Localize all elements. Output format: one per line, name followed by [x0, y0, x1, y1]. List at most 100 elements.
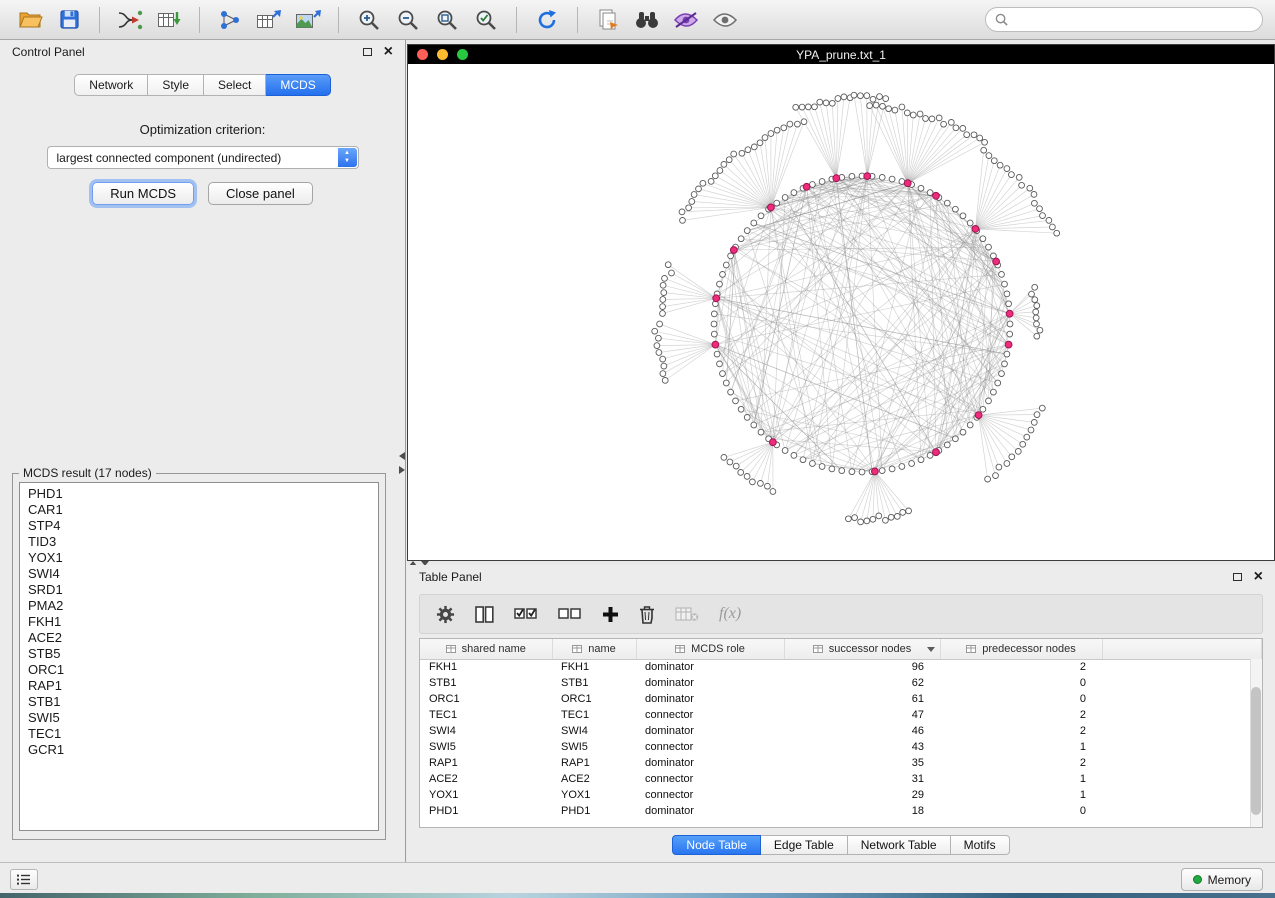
cell-predecessor-nodes[interactable]: 2 [940, 659, 1102, 675]
new-network-button[interactable] [212, 5, 248, 35]
hide-selected-button[interactable] [668, 5, 704, 35]
table-scrollbar-track[interactable] [1250, 659, 1262, 827]
cell-name[interactable]: FKH1 [552, 659, 636, 675]
mcds-result-item[interactable]: TID3 [20, 534, 378, 550]
cell-shared-name[interactable]: STB1 [420, 675, 552, 691]
mcds-result-item[interactable]: TEC1 [20, 726, 378, 742]
network-canvas[interactable] [408, 64, 1274, 560]
mcds-result-item[interactable]: SRD1 [20, 582, 378, 598]
cell-name[interactable]: SWI5 [552, 739, 636, 755]
column-header-name[interactable]: name [552, 639, 636, 659]
cell-successor-nodes[interactable]: 35 [784, 755, 940, 771]
table-row[interactable]: ORC1ORC1dominator610 [420, 691, 1262, 707]
table-row[interactable]: SWI5SWI5connector431 [420, 739, 1262, 755]
refresh-layout-button[interactable] [529, 5, 565, 35]
mcds-result-item[interactable]: YOX1 [20, 550, 378, 566]
cell-successor-nodes[interactable]: 46 [784, 723, 940, 739]
show-columns-button[interactable] [475, 606, 494, 623]
open-session-button[interactable] [12, 5, 48, 35]
mcds-result-item[interactable]: STB5 [20, 646, 378, 662]
column-header-mcds-role[interactable]: MCDS role [636, 639, 784, 659]
show-all-button[interactable] [707, 5, 743, 35]
table-settings-button[interactable] [436, 605, 455, 624]
network-graph[interactable] [408, 64, 1274, 560]
cell-name[interactable]: ORC1 [552, 691, 636, 707]
memory-button[interactable]: Memory [1181, 868, 1263, 891]
cell-mcds-role[interactable]: dominator [636, 755, 784, 771]
mcds-result-list[interactable]: PHD1CAR1STP4TID3YOX1SWI4SRD1PMA2FKH1ACE2… [19, 482, 379, 831]
vertical-splitter-collapse-left[interactable] [399, 452, 405, 460]
cell-mcds-role[interactable]: connector [636, 739, 784, 755]
cell-shared-name[interactable]: SWI4 [420, 723, 552, 739]
save-session-button[interactable] [51, 5, 87, 35]
cell-predecessor-nodes[interactable]: 0 [940, 675, 1102, 691]
cell-mcds-role[interactable]: dominator [636, 803, 784, 819]
zoom-in-button[interactable] [351, 5, 387, 35]
criterion-dropdown[interactable]: largest connected component (undirected)… [47, 146, 359, 169]
cell-predecessor-nodes[interactable]: 2 [940, 755, 1102, 771]
tab-style[interactable]: Style [148, 74, 204, 96]
cell-successor-nodes[interactable]: 96 [784, 659, 940, 675]
cell-predecessor-nodes[interactable]: 1 [940, 739, 1102, 755]
mcds-result-item[interactable]: ACE2 [20, 630, 378, 646]
mcds-result-item[interactable]: SWI4 [20, 566, 378, 582]
add-row-button[interactable] [602, 606, 619, 623]
deselect-all-button[interactable] [558, 606, 582, 622]
cell-mcds-role[interactable]: dominator [636, 723, 784, 739]
zoom-fit-button[interactable] [429, 5, 465, 35]
tab-select[interactable]: Select [204, 74, 266, 96]
tab-network-table[interactable]: Network Table [848, 835, 951, 855]
export-image-button[interactable] [290, 5, 326, 35]
cell-name[interactable]: SWI4 [552, 723, 636, 739]
cell-shared-name[interactable]: PHD1 [420, 803, 552, 819]
close-panel-button[interactable]: Close panel [208, 182, 313, 205]
sort-chevron-icon[interactable] [927, 647, 935, 652]
mcds-result-item[interactable]: STP4 [20, 518, 378, 534]
cell-shared-name[interactable]: YOX1 [420, 787, 552, 803]
tab-mcds[interactable]: MCDS [266, 74, 330, 96]
cell-shared-name[interactable]: SWI5 [420, 739, 552, 755]
cell-name[interactable]: YOX1 [552, 787, 636, 803]
mcds-result-item[interactable]: SWI5 [20, 710, 378, 726]
table-row[interactable]: TEC1TEC1connector472 [420, 707, 1262, 723]
tab-edge-table[interactable]: Edge Table [761, 835, 848, 855]
cell-shared-name[interactable]: ORC1 [420, 691, 552, 707]
mcds-result-item[interactable]: ORC1 [20, 662, 378, 678]
table-row[interactable]: PHD1PHD1dominator180 [420, 803, 1262, 819]
table-row[interactable]: SWI4SWI4dominator462 [420, 723, 1262, 739]
close-panel-icon[interactable]: × [384, 46, 393, 58]
cell-name[interactable]: RAP1 [552, 755, 636, 771]
cell-shared-name[interactable]: RAP1 [420, 755, 552, 771]
tab-network[interactable]: Network [74, 74, 148, 96]
import-table-from-file-button[interactable] [151, 5, 187, 35]
select-all-button[interactable] [514, 606, 538, 622]
cell-successor-nodes[interactable]: 61 [784, 691, 940, 707]
zoom-out-button[interactable] [390, 5, 426, 35]
cell-shared-name[interactable]: TEC1 [420, 707, 552, 723]
cell-successor-nodes[interactable]: 29 [784, 787, 940, 803]
cell-successor-nodes[interactable]: 43 [784, 739, 940, 755]
run-mcds-button[interactable]: Run MCDS [92, 182, 194, 205]
column-header-successor-nodes[interactable]: successor nodes [784, 639, 940, 659]
cell-shared-name[interactable]: FKH1 [420, 659, 552, 675]
copy-network-button[interactable] [590, 5, 626, 35]
column-header-predecessor-nodes[interactable]: predecessor nodes [940, 639, 1102, 659]
cell-mcds-role[interactable]: connector [636, 771, 784, 787]
search-box[interactable] [985, 7, 1263, 32]
mcds-result-item[interactable]: PHD1 [20, 486, 378, 502]
cell-predecessor-nodes[interactable]: 0 [940, 691, 1102, 707]
cell-mcds-role[interactable]: connector [636, 707, 784, 723]
cell-mcds-role[interactable]: dominator [636, 691, 784, 707]
cell-successor-nodes[interactable]: 31 [784, 771, 940, 787]
float-panel-icon[interactable] [363, 48, 372, 56]
cell-name[interactable]: PHD1 [552, 803, 636, 819]
status-menu-button[interactable] [10, 869, 38, 890]
tab-node-table[interactable]: Node Table [672, 835, 761, 855]
mcds-result-item[interactable]: PMA2 [20, 598, 378, 614]
cell-name[interactable]: ACE2 [552, 771, 636, 787]
cell-shared-name[interactable]: ACE2 [420, 771, 552, 787]
table-row[interactable]: RAP1RAP1dominator352 [420, 755, 1262, 771]
import-network-from-file-button[interactable] [112, 5, 148, 35]
mcds-result-item[interactable]: RAP1 [20, 678, 378, 694]
float-panel-icon[interactable] [1233, 573, 1242, 581]
